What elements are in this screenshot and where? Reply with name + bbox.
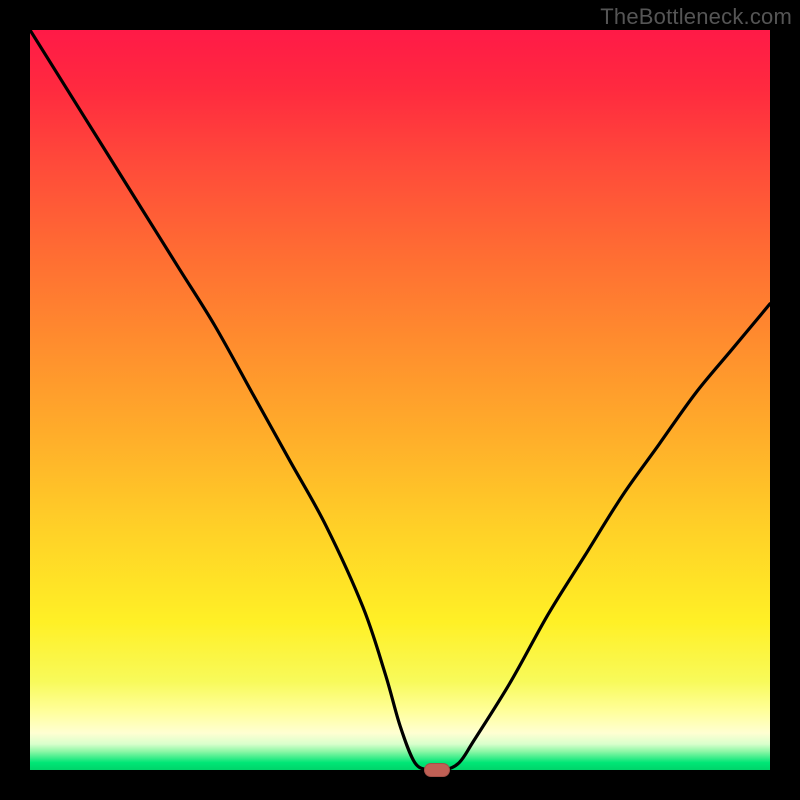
curve-path <box>30 30 770 770</box>
chart-frame: TheBottleneck.com <box>0 0 800 800</box>
watermark-text: TheBottleneck.com <box>600 4 792 30</box>
plot-area <box>30 30 770 770</box>
bottleneck-curve <box>30 30 770 770</box>
bottleneck-marker <box>424 763 450 777</box>
